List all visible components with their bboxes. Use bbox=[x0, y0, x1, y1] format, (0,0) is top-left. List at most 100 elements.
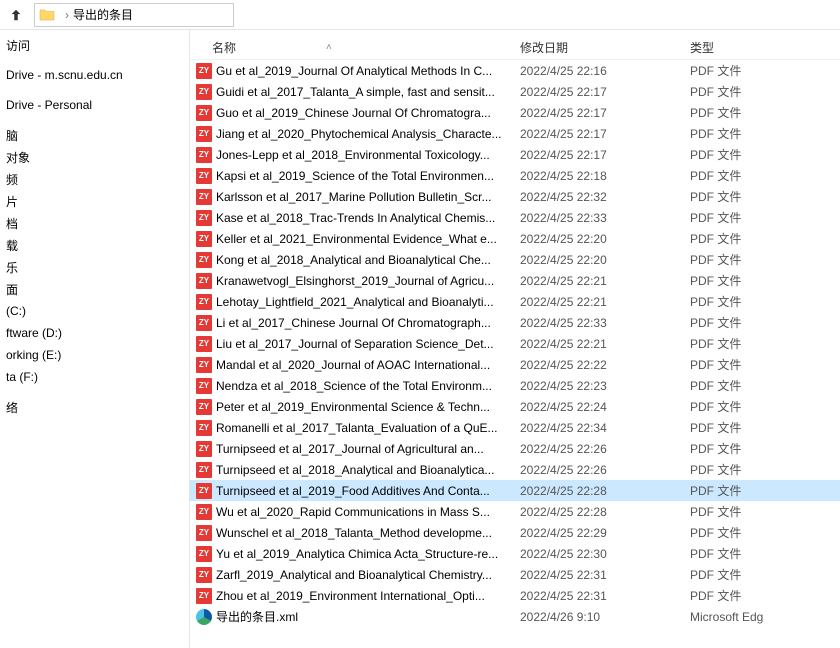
file-date: 2022/4/25 22:28 bbox=[520, 484, 690, 498]
edge-file-icon bbox=[196, 609, 212, 625]
file-name: Mandal et al_2020_Journal of AOAC Intern… bbox=[216, 358, 520, 372]
pdf-file-icon: ZY bbox=[196, 378, 212, 394]
file-type: PDF 文件 bbox=[690, 230, 840, 247]
sidebar-item[interactable]: ta (F:) bbox=[0, 366, 189, 388]
pdf-file-icon: ZY bbox=[196, 483, 212, 499]
sidebar-item[interactable]: 访问 bbox=[0, 34, 189, 56]
file-row[interactable]: ZYMandal et al_2020_Journal of AOAC Inte… bbox=[190, 354, 840, 375]
sidebar-item[interactable]: 乐 bbox=[0, 256, 189, 278]
address-bar[interactable]: › 导出的条目 bbox=[34, 3, 234, 27]
file-row[interactable]: ZYWu et al_2020_Rapid Communications in … bbox=[190, 501, 840, 522]
sidebar-item[interactable]: (C:) bbox=[0, 300, 189, 322]
sidebar-item[interactable]: 档 bbox=[0, 212, 189, 234]
file-row[interactable]: ZYNendza et al_2018_Science of the Total… bbox=[190, 375, 840, 396]
file-name: Karlsson et al_2017_Marine Pollution Bul… bbox=[216, 190, 520, 204]
pdf-file-icon: ZY bbox=[196, 420, 212, 436]
file-name: Liu et al_2017_Journal of Separation Sci… bbox=[216, 337, 520, 351]
file-name: Kranawetvogl_Elsinghorst_2019_Journal of… bbox=[216, 274, 520, 288]
file-type: PDF 文件 bbox=[690, 503, 840, 520]
column-header-type[interactable]: 类型 bbox=[690, 39, 840, 56]
file-name: Jones-Lepp et al_2018_Environmental Toxi… bbox=[216, 148, 520, 162]
sidebar-item[interactable]: 脑 bbox=[0, 124, 189, 146]
file-type: PDF 文件 bbox=[690, 314, 840, 331]
file-date: 2022/4/25 22:21 bbox=[520, 295, 690, 309]
file-date: 2022/4/25 22:20 bbox=[520, 232, 690, 246]
file-row[interactable]: ZY Wunschel et al_2018_Talanta_Method dev… bbox=[190, 522, 840, 543]
sidebar-item[interactable]: ftware (D:) bbox=[0, 322, 189, 344]
file-row[interactable]: ZYJiang et al_2020_Phytochemical Analysi… bbox=[190, 123, 840, 144]
file-type: PDF 文件 bbox=[690, 293, 840, 310]
sidebar-item[interactable]: 络 bbox=[0, 396, 189, 418]
column-header-date-label: 修改日期 bbox=[520, 41, 568, 55]
file-name: Turnipseed et al_2018_Analytical and Bio… bbox=[216, 463, 520, 477]
file-row[interactable]: ZYRomanelli et al_2017_Talanta_Evaluatio… bbox=[190, 417, 840, 438]
column-header-name[interactable]: 名称 ˄ bbox=[190, 39, 520, 56]
file-row[interactable]: ZYKase et al_2018_Trac-Trends In Analyti… bbox=[190, 207, 840, 228]
file-date: 2022/4/25 22:20 bbox=[520, 253, 690, 267]
file-row[interactable]: ZY Jones-Lepp et al_2018_Environmental To… bbox=[190, 144, 840, 165]
file-type: PDF 文件 bbox=[690, 524, 840, 541]
file-name: Guo et al_2019_Chinese Journal Of Chroma… bbox=[216, 106, 520, 120]
file-date: 2022/4/25 22:26 bbox=[520, 442, 690, 456]
column-header-date[interactable]: 修改日期 bbox=[520, 39, 690, 56]
pdf-file-icon: ZY bbox=[196, 504, 212, 520]
file-date: 2022/4/25 22:32 bbox=[520, 190, 690, 204]
file-row[interactable]: ZYGuo et al_2019_Chinese Journal Of Chro… bbox=[190, 102, 840, 123]
pdf-file-icon: ZY bbox=[196, 399, 212, 415]
file-row[interactable]: ZYZhou et al_2019_Environment Internatio… bbox=[190, 585, 840, 606]
sidebar-item[interactable]: Drive - Personal bbox=[0, 94, 189, 116]
file-row[interactable]: ZYKeller et al_2021_Environmental Eviden… bbox=[190, 228, 840, 249]
file-name: Guidi et al_2017_Talanta_A simple, fast … bbox=[216, 85, 520, 99]
file-type: PDF 文件 bbox=[690, 482, 840, 499]
file-row[interactable]: ZYKong et al_2018_Analytical and Bioanal… bbox=[190, 249, 840, 270]
pdf-file-icon: ZY bbox=[196, 588, 212, 604]
file-date: 2022/4/25 22:31 bbox=[520, 568, 690, 582]
sidebar-item[interactable]: orking (E:) bbox=[0, 344, 189, 366]
file-row[interactable]: ZYYu et al_2019_Analytica Chimica Acta_S… bbox=[190, 543, 840, 564]
file-date: 2022/4/25 22:17 bbox=[520, 127, 690, 141]
file-row[interactable]: ZY Karlsson et al_2017_Marine Pollution B… bbox=[190, 186, 840, 207]
nav-up-button[interactable] bbox=[4, 3, 28, 27]
file-row[interactable]: ZYKapsi et al_2019_Science of the Total … bbox=[190, 165, 840, 186]
file-date: 2022/4/25 22:29 bbox=[520, 526, 690, 540]
file-date: 2022/4/25 22:31 bbox=[520, 589, 690, 603]
sidebar-item[interactable]: 频 bbox=[0, 168, 189, 190]
file-date: 2022/4/25 22:17 bbox=[520, 85, 690, 99]
file-type: PDF 文件 bbox=[690, 545, 840, 562]
pdf-file-icon: ZY bbox=[196, 273, 212, 289]
file-row[interactable]: ZYGuidi et al_2017_Talanta_A simple, fas… bbox=[190, 81, 840, 102]
file-row[interactable]: ZYTurnipseed et al_2018_Analytical and B… bbox=[190, 459, 840, 480]
sidebar-item[interactable]: Drive - m.scnu.edu.cn bbox=[0, 64, 189, 86]
file-name: Wunschel et al_2018_Talanta_Method devel… bbox=[216, 526, 520, 540]
file-row[interactable]: 导出的条目.xml2022/4/26 9:10Microsoft Edg bbox=[190, 606, 840, 627]
pdf-file-icon: ZY bbox=[196, 147, 212, 163]
breadcrumb-folder[interactable]: 导出的条目 bbox=[73, 6, 133, 23]
file-row[interactable]: ZYLi et al_2017_Chinese Journal Of Chrom… bbox=[190, 312, 840, 333]
column-header-type-label: 类型 bbox=[690, 41, 714, 55]
sidebar-item[interactable]: 片 bbox=[0, 190, 189, 212]
file-row[interactable]: ZY Turnipseed et al_2019_Food Additives A… bbox=[190, 480, 840, 501]
sidebar-item[interactable]: 面 bbox=[0, 278, 189, 300]
file-name: Turnipseed et al_2019_Food Additives And… bbox=[216, 484, 520, 498]
pdf-file-icon: ZY bbox=[196, 126, 212, 142]
file-row[interactable]: ZY Peter et al_2019_Environmental Science… bbox=[190, 396, 840, 417]
file-type: PDF 文件 bbox=[690, 251, 840, 268]
pdf-file-icon: ZY bbox=[196, 441, 212, 457]
arrow-up-icon bbox=[9, 8, 23, 22]
sidebar-item[interactable]: 对象 bbox=[0, 146, 189, 168]
file-row[interactable]: ZYLiu et al_2017_Journal of Separation S… bbox=[190, 333, 840, 354]
file-date: 2022/4/25 22:33 bbox=[520, 316, 690, 330]
file-row[interactable]: ZYZarfl_2019_Analytical and Bioanalytica… bbox=[190, 564, 840, 585]
file-date: 2022/4/25 22:30 bbox=[520, 547, 690, 561]
file-row[interactable]: ZYTurnipseed et al_2017_Journal of Agric… bbox=[190, 438, 840, 459]
file-row[interactable]: ZYGu et al_2019_Journal Of Analytical Me… bbox=[190, 60, 840, 81]
file-name: Kong et al_2018_Analytical and Bioanalyt… bbox=[216, 253, 520, 267]
file-name: Peter et al_2019_Environmental Science &… bbox=[216, 400, 520, 414]
pdf-file-icon: ZY bbox=[196, 525, 212, 541]
file-row[interactable]: ZY Kranawetvogl_Elsinghorst_2019_Journal … bbox=[190, 270, 840, 291]
pdf-file-icon: ZY bbox=[196, 567, 212, 583]
sidebar-item[interactable]: 载 bbox=[0, 234, 189, 256]
pdf-file-icon: ZY bbox=[196, 189, 212, 205]
file-row[interactable]: ZYLehotay_Lightfield_2021_Analytical and… bbox=[190, 291, 840, 312]
pdf-file-icon: ZY bbox=[196, 315, 212, 331]
